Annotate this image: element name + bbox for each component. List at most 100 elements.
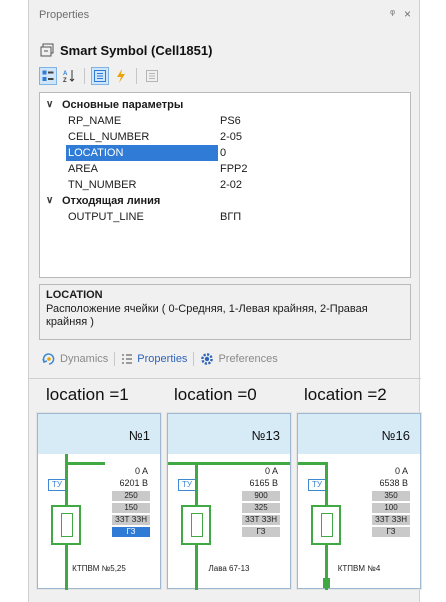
property-row[interactable]: AREA FPP2 (40, 161, 410, 177)
panel-title-bar: Properties ᵠ × (29, 0, 421, 34)
protection-flag-active: ГЗ (112, 527, 150, 537)
preferences-icon (201, 353, 214, 365)
setting-value: 900 (242, 491, 280, 501)
category-label: Отходящая линия (62, 195, 161, 207)
switchgear-cell[interactable]: №16 ТУ 0 A 6538 B 350 100 ЗЗТ ЗЗН ГЗ КТП… (297, 413, 421, 590)
voltage-value: 6165 B (249, 478, 278, 488)
property-name: AREA (68, 163, 98, 175)
breaker-symbol[interactable] (311, 505, 341, 545)
property-row[interactable]: TN_NUMBER 2-02 (40, 177, 410, 193)
tab-label: Dynamics (60, 353, 109, 365)
property-row[interactable]: RP_NAME PS6 (40, 113, 410, 129)
properties-view-button[interactable] (91, 67, 109, 85)
category-row[interactable]: ∨ Отходящая линия (40, 193, 410, 209)
busbar-horizontal (298, 462, 328, 465)
properties-window: Properties ᵠ × Smart Symbol (Cell1851) A… (28, 0, 421, 602)
object-name: Smart Symbol (Cell1851) (60, 42, 213, 58)
property-value[interactable]: ВГП (220, 209, 241, 225)
collapse-chevron-icon[interactable]: ∨ (46, 193, 53, 209)
property-value[interactable]: FPP2 (220, 161, 248, 177)
smart-symbol-icon (40, 43, 54, 57)
dynamics-icon (42, 353, 55, 365)
property-row[interactable]: OUTPUT_LINE ВГП (40, 209, 410, 225)
voltage-value: 6538 B (379, 478, 408, 488)
breaker-symbol[interactable] (181, 505, 211, 545)
property-name: LOCATION (66, 145, 218, 161)
cell-caption: КТПВМ №5,25 (72, 564, 126, 573)
busbar-horizontal (65, 462, 105, 465)
svg-text:A: A (63, 71, 68, 77)
current-value: 0 A (134, 466, 148, 476)
ty-indicator: ТУ (48, 479, 66, 491)
categorized-view-button[interactable] (39, 67, 57, 85)
protection-flags: ЗЗТ ЗЗН (112, 515, 150, 525)
tab-properties[interactable]: Properties (118, 353, 190, 365)
tab-divider (114, 352, 116, 366)
setting-value: 100 (372, 503, 410, 513)
cell-number: №1 (128, 428, 150, 443)
close-icon[interactable]: × (404, 7, 411, 21)
cell-caption: Лава 67-13 (208, 564, 250, 573)
tab-dynamics[interactable]: Dynamics (39, 352, 111, 366)
cell-caption: КТПВМ №4 (337, 564, 381, 573)
tab-divider (193, 352, 195, 366)
category-label: Основные параметры (62, 99, 184, 111)
lightning-icon (117, 69, 125, 83)
ty-indicator: ТУ (308, 479, 326, 491)
object-header: Smart Symbol (Cell1851) (39, 40, 212, 60)
property-name: CELL_NUMBER (68, 131, 150, 143)
events-view-button[interactable] (112, 67, 130, 85)
setting-value: 250 (112, 491, 150, 501)
collapse-chevron-icon[interactable]: ∨ (46, 97, 53, 113)
current-value: 0 A (264, 466, 278, 476)
category-row[interactable]: ∨ Основные параметры (40, 97, 410, 113)
tab-label: Preferences (218, 353, 278, 365)
tab-preferences[interactable]: Preferences (197, 352, 280, 366)
property-row[interactable]: CELL_NUMBER 2-05 (40, 129, 410, 145)
property-value[interactable]: 0 (220, 145, 226, 161)
sort-az-icon: A Z (63, 70, 75, 83)
protection-flag: ГЗ (242, 527, 280, 537)
voltage-value: 6201 B (119, 478, 148, 488)
svg-text:Z: Z (63, 78, 67, 83)
bottom-tab-strip: Dynamics Properties Preferences (39, 348, 281, 370)
cell-number: №13 (251, 428, 280, 443)
property-list-icon (94, 70, 106, 82)
switchgear-cell[interactable]: №13 ТУ 0 A 6165 B 900 325 ЗЗТ ЗЗН ГЗ Лав… (167, 413, 291, 590)
property-name: OUTPUT_LINE (68, 211, 144, 223)
cell-number: №16 (381, 428, 410, 443)
switchgear-cell[interactable]: №1 ТУ 0 A 6201 B 250 150 ЗЗТ ЗЗН ГЗ КТПВ… (37, 413, 161, 590)
property-value[interactable]: 2-05 (220, 129, 242, 145)
setting-value: 150 (112, 503, 150, 513)
location-label: location =0 (174, 385, 257, 404)
breaker-symbol[interactable] (51, 505, 81, 545)
property-name: TN_NUMBER (68, 179, 137, 191)
pin-icon[interactable]: ᵠ (390, 8, 395, 20)
alphabetical-sort-button[interactable]: A Z (60, 67, 78, 85)
location-label: location =1 (46, 385, 129, 404)
property-value[interactable]: PS6 (220, 113, 241, 129)
toolbar-divider (84, 68, 85, 84)
ty-indicator: ТУ (178, 479, 196, 491)
property-row-selected[interactable]: LOCATION 0 (40, 145, 410, 161)
setting-value: 350 (372, 491, 410, 501)
busbar-horizontal (168, 462, 290, 465)
protection-flag: ГЗ (372, 527, 410, 537)
section-divider (29, 378, 421, 379)
description-panel: LOCATION Расположение ячейки ( 0-Средняя… (39, 284, 411, 340)
property-pages-button[interactable] (143, 67, 161, 85)
tab-label: Properties (137, 353, 188, 365)
line-terminal (323, 578, 330, 588)
properties-toolbar: A Z (39, 66, 161, 86)
property-pages-icon (146, 70, 158, 82)
property-name: RP_NAME (68, 115, 122, 127)
properties-icon (122, 354, 133, 364)
protection-flags: ЗЗТ ЗЗН (372, 515, 410, 525)
description-text: Расположение ячейки ( 0-Средняя, 1-Левая… (46, 303, 368, 328)
categorized-icon (42, 70, 54, 81)
setting-value: 325 (242, 503, 280, 513)
location-label: location =2 (304, 385, 387, 404)
property-grid: ∨ Основные параметры RP_NAME PS6 CELL_NU… (39, 92, 411, 278)
property-value[interactable]: 2-02 (220, 177, 242, 193)
panel-title: Properties (39, 9, 90, 21)
